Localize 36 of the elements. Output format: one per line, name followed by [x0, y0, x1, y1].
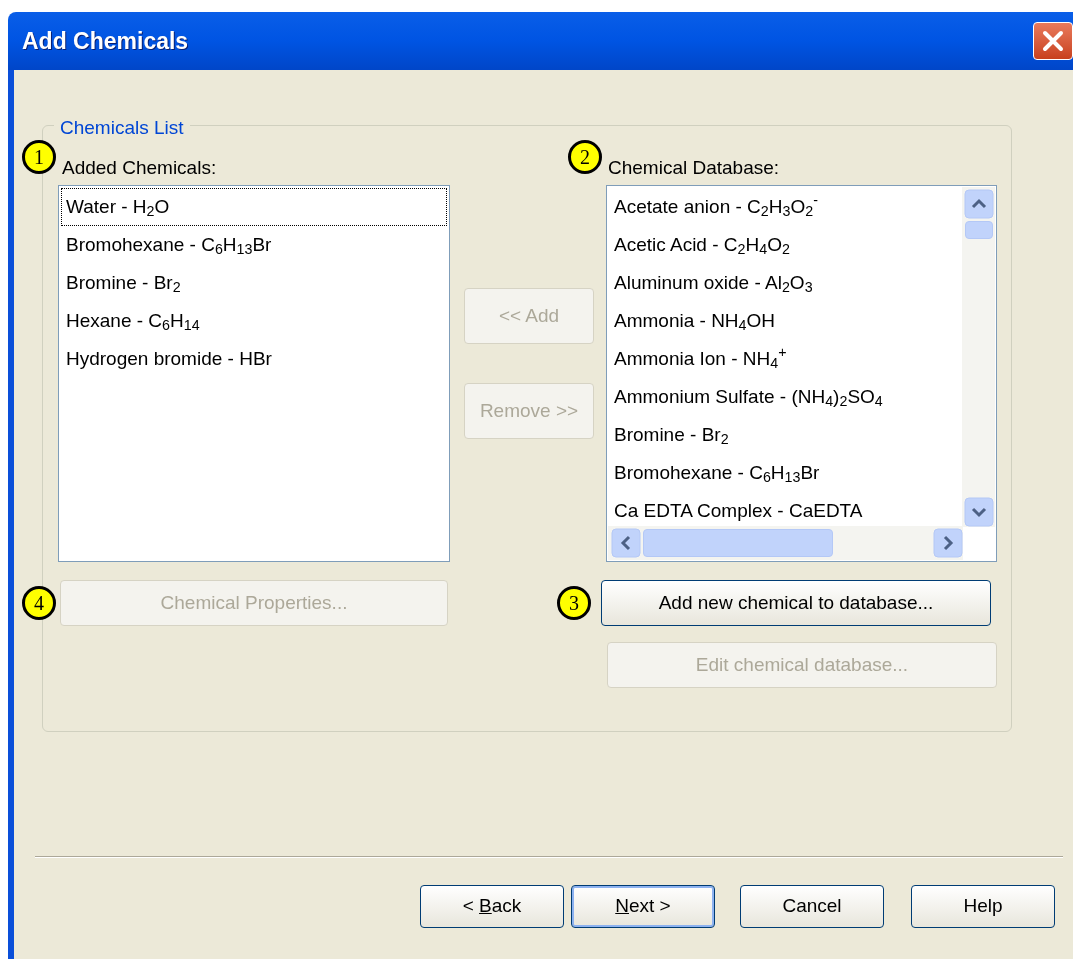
list-label: Added Chemicals:	[62, 156, 217, 180]
window-title: Add Chemicals	[22, 26, 189, 56]
list-item[interactable]: Bromohexane - C$_{6}$H$_{13}$Br	[61, 226, 447, 264]
scroll-up-icon[interactable]	[963, 189, 994, 219]
dialog-button[interactable]: Add new chemical to database...	[601, 580, 991, 626]
list-item[interactable]: Acetic Acid - C$_{2}$H$_{4}$O$_{2}$	[609, 226, 963, 264]
dialog-button[interactable]: < Back	[420, 885, 564, 928]
scroll-left-icon[interactable]	[611, 528, 641, 558]
scroll-thumb[interactable]	[964, 221, 993, 239]
list-label: Chemical Database:	[608, 156, 780, 180]
dialog-button[interactable]: Next >	[571, 885, 715, 928]
list-item[interactable]: Hexane - C$_{6}$H$_{14}$	[61, 302, 447, 340]
scroll-thumb[interactable]	[643, 529, 833, 557]
number-badge: 1	[22, 140, 56, 174]
scroll-right-icon[interactable]	[933, 528, 963, 558]
list-item[interactable]: Bromine - Br$_{2}$	[609, 416, 963, 454]
scroll-down-icon[interactable]	[963, 497, 994, 527]
list-item[interactable]: Bromohexane - C$_{6}$H$_{13}$Br	[609, 454, 963, 492]
list-item[interactable]: Bromine - Br$_{2}$	[61, 264, 447, 302]
list-item[interactable]: Water - H$_{2}$O	[61, 188, 447, 226]
number-badge: 2	[568, 140, 602, 174]
list-item[interactable]: Ca EDTA Complex - CaEDTA	[609, 492, 963, 526]
list-item[interactable]: Aluminum oxide - Al$_{2}$O$_{3}$	[609, 264, 963, 302]
list-item[interactable]: Ammonia - NH$_{4}$OH	[609, 302, 963, 340]
horizontal-scrollbar[interactable]	[608, 526, 963, 560]
list-item[interactable]: Ammonium Sulfate - (NH$_{4}$)$_{2}$SO$_{4}$	[609, 378, 963, 416]
number-badge: 4	[22, 586, 56, 620]
list-box[interactable]: Water - H$_{2}$O Bromohexane - C$_{6}$H$_{13}$Br Bromine - Br$_{2}$ Hexane - C$_{6}$H$_{14}$ Hydrogen bromide - HBr	[58, 185, 450, 562]
list-box[interactable]	[606, 185, 997, 562]
close-icon	[1042, 30, 1064, 52]
list-item[interactable]: Hydrogen bromide - HBr	[61, 340, 447, 378]
number-badge: 3	[557, 586, 591, 620]
vertical-scrollbar[interactable]	[962, 187, 995, 527]
close-button[interactable]	[1033, 22, 1073, 60]
dialog-button[interactable]: Cancel	[740, 885, 884, 928]
dialog-button[interactable]: Help	[911, 885, 1055, 928]
